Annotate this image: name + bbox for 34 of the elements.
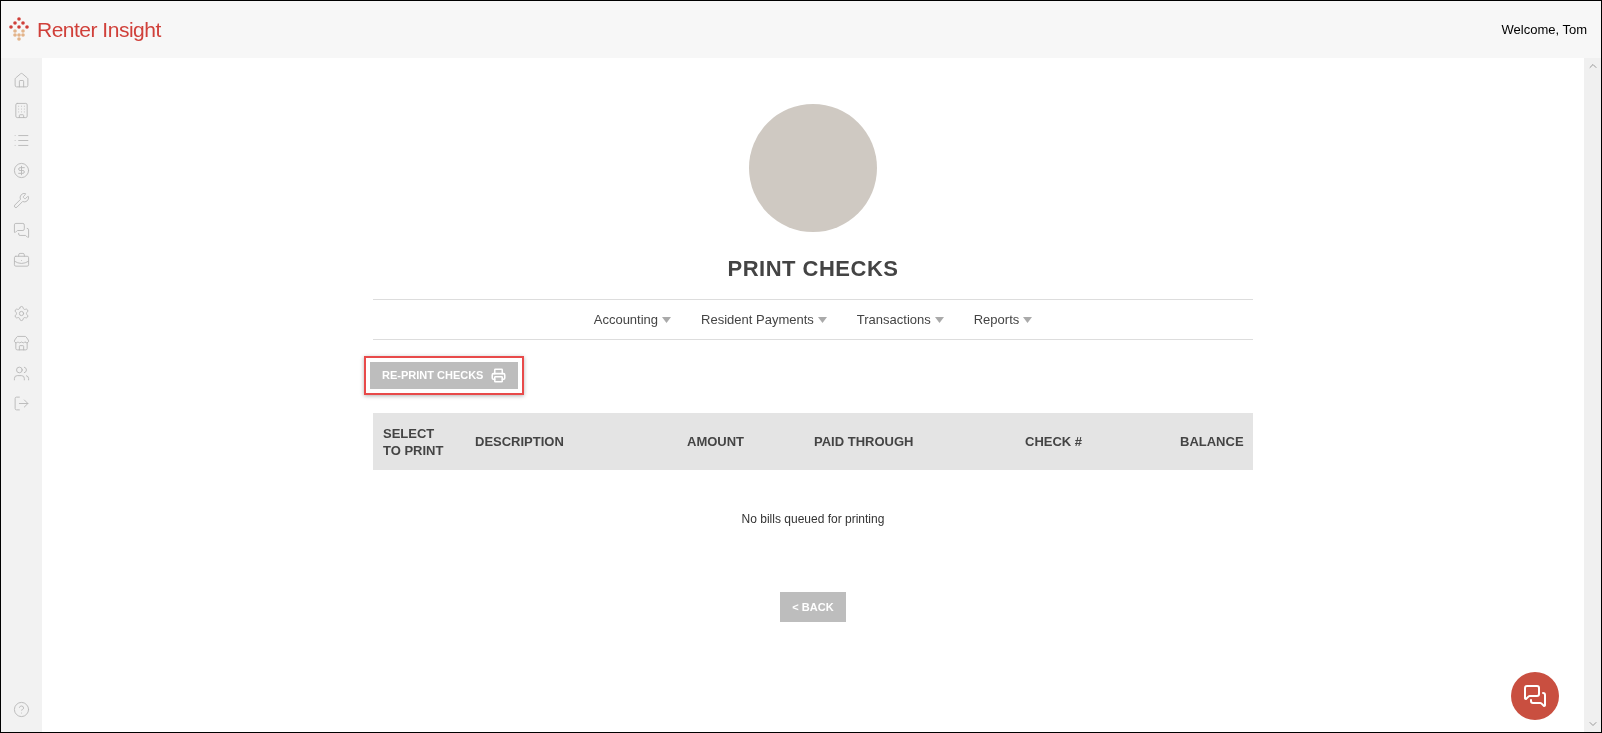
chat-button[interactable]	[1511, 672, 1559, 720]
help-icon[interactable]	[13, 701, 30, 718]
printer-icon	[491, 368, 507, 383]
home-icon[interactable]	[13, 72, 30, 89]
empty-message: No bills queued for printing	[741, 511, 885, 528]
chat-icon	[1523, 684, 1547, 708]
welcome-text: Welcome, Tom	[1501, 20, 1587, 39]
building-icon[interactable]	[13, 102, 30, 119]
nav-menu[interactable]: Reports	[973, 309, 1033, 330]
column-header: AMOUNT	[687, 432, 746, 451]
page-title: PRINT CHECKS	[727, 255, 899, 283]
list-icon[interactable]	[13, 132, 30, 149]
logo-icon	[9, 16, 31, 43]
column-header: BALANCE	[1180, 432, 1245, 451]
column-header: DESCRIPTION	[475, 432, 565, 451]
caret-icon	[817, 316, 827, 323]
column-header: PAID THROUGH	[814, 432, 915, 451]
caret-icon	[934, 316, 944, 323]
column-header: CHECK #	[1025, 432, 1084, 451]
chat-icon[interactable]	[13, 222, 30, 239]
settings-icon[interactable]	[13, 305, 30, 322]
store-icon[interactable]	[13, 335, 30, 352]
users-icon[interactable]	[13, 365, 30, 382]
brand-name[interactable]: Renter Insight	[37, 13, 161, 46]
nav-menu[interactable]: Accounting	[593, 309, 672, 330]
nav-menu[interactable]: Transactions	[856, 309, 944, 330]
nav-menu[interactable]: Resident Payments	[701, 309, 827, 330]
caret-icon	[662, 316, 672, 323]
caret-icon	[1023, 316, 1033, 323]
column-header: SELECT TO PRINT	[383, 424, 445, 459]
dollar-icon[interactable]	[13, 162, 30, 179]
briefcase-icon[interactable]	[13, 252, 30, 269]
logout-icon[interactable]	[13, 395, 30, 412]
tools-icon[interactable]	[13, 192, 30, 209]
